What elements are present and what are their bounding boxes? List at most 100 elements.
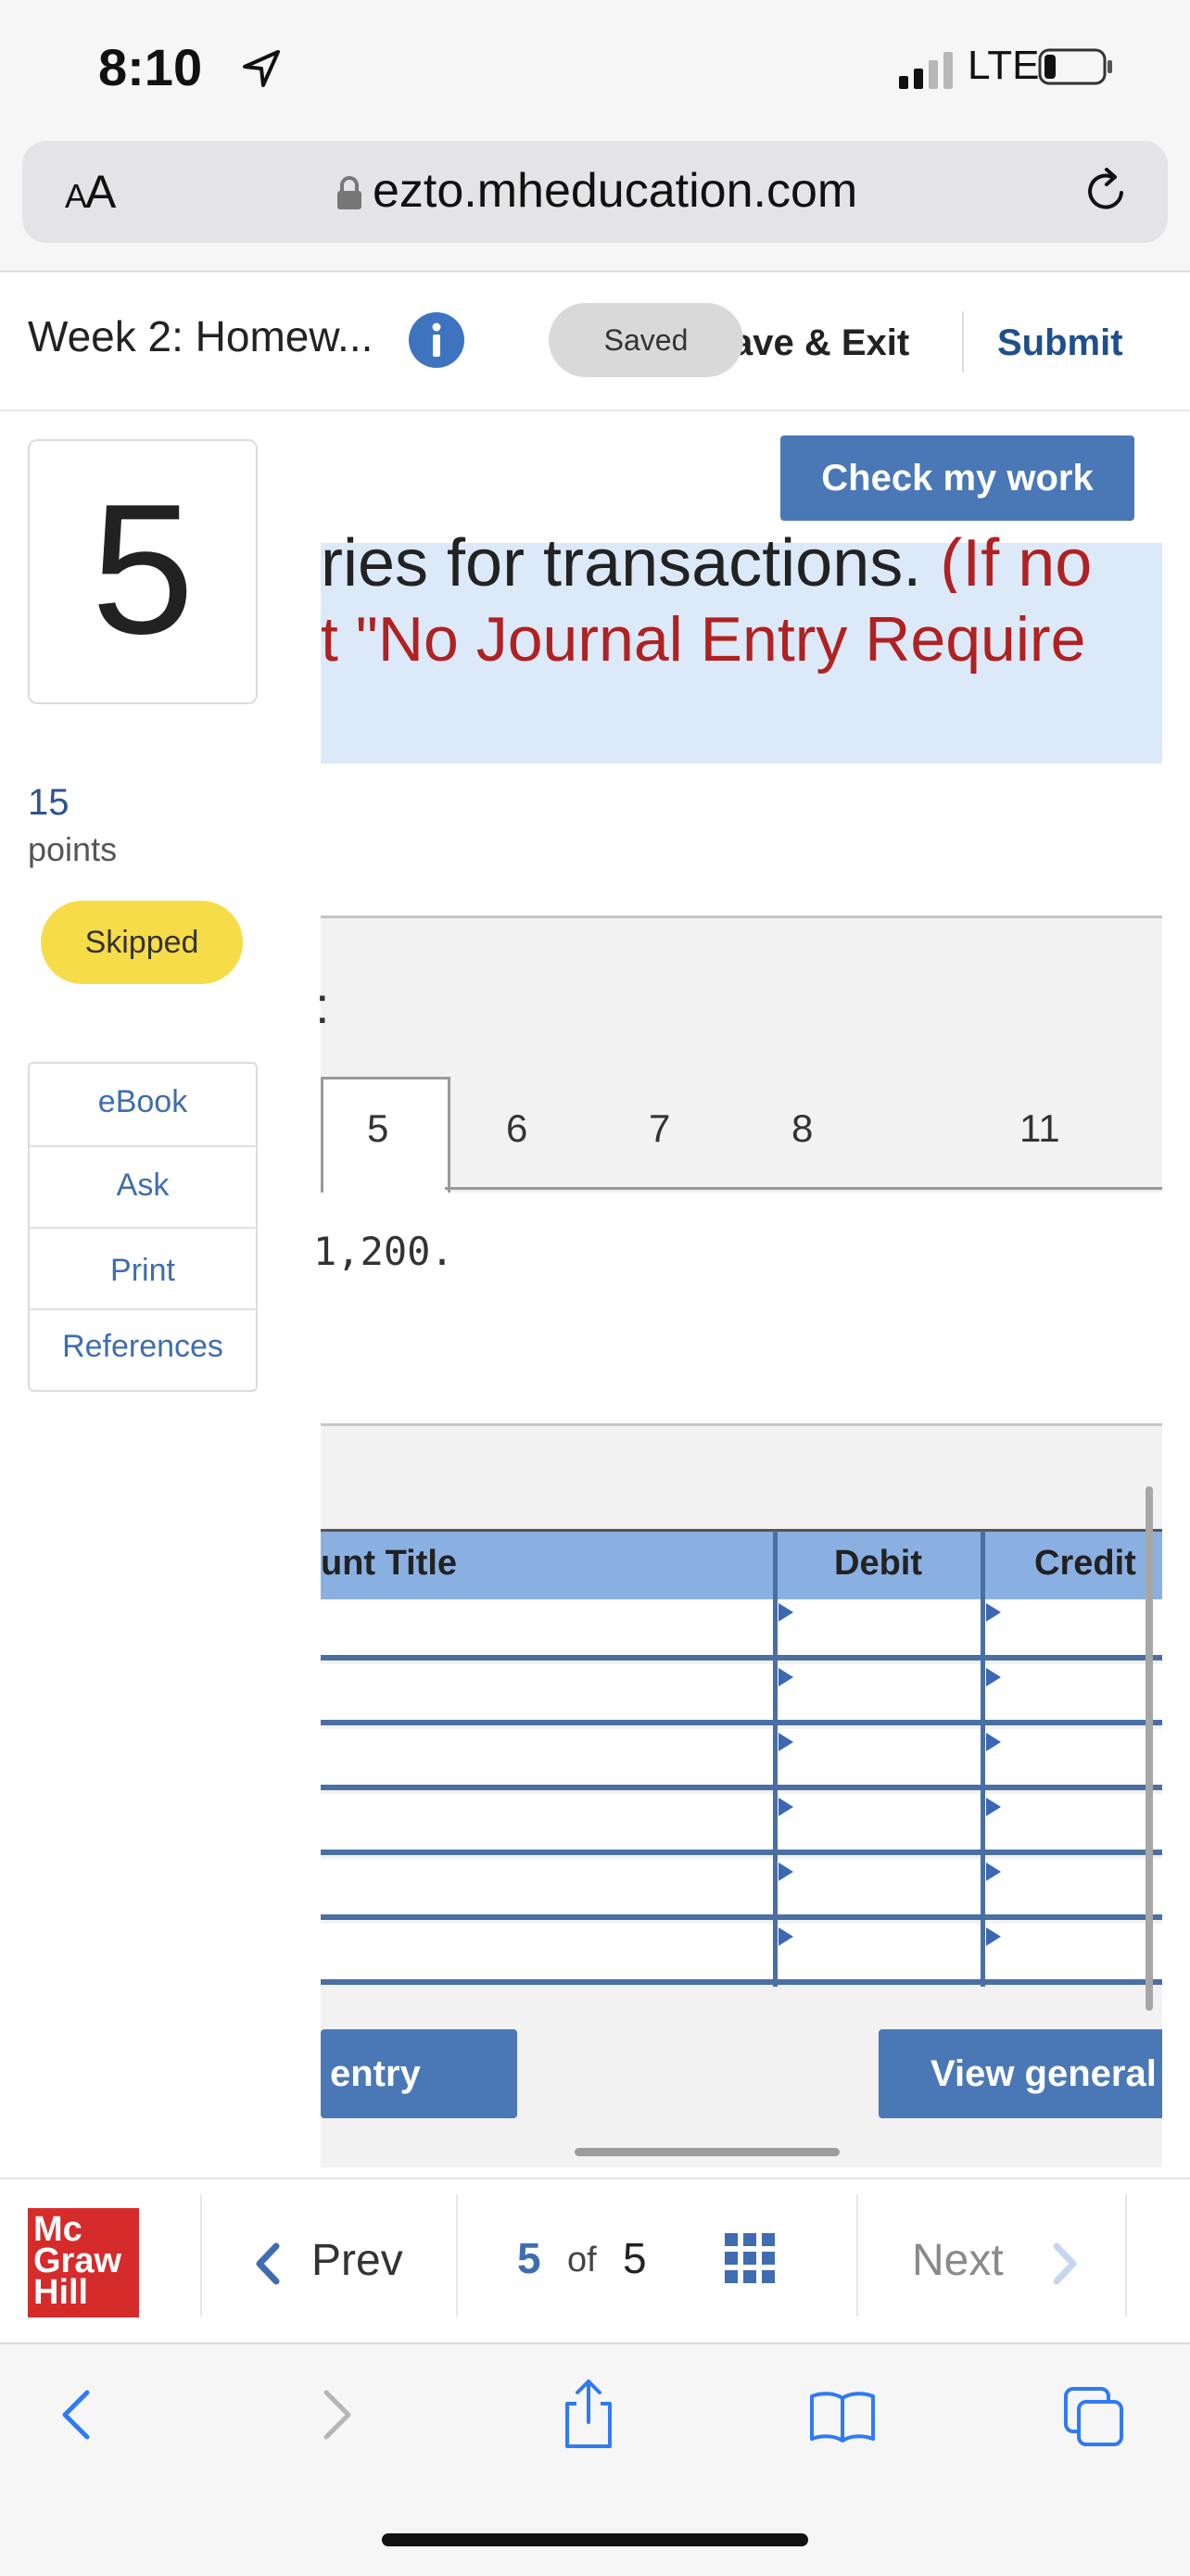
credit-cell[interactable]: [984, 1794, 1162, 1850]
cell-marker-icon: [779, 1863, 793, 1881]
debit-cell[interactable]: [777, 1924, 979, 1979]
page-of-label: of: [567, 2241, 597, 2279]
points-label: points: [28, 830, 118, 868]
home-indicator: [382, 2533, 808, 2546]
chevron-right-icon[interactable]: [1045, 2241, 1082, 2287]
submit-button[interactable]: Submit: [997, 322, 1123, 364]
points-value: 15: [28, 782, 70, 823]
col-debit: Debit: [834, 1544, 922, 1583]
status-time: 8:10: [98, 38, 203, 96]
cell-marker-icon: [986, 1733, 1001, 1751]
mcgraw-hill-logo: Mc Graw Hill: [28, 2208, 139, 2317]
view-general-journal-label: View general j: [930, 2053, 1162, 2094]
prompt-instruction: (If no: [940, 526, 1093, 593]
tabs-baseline: [445, 1187, 1162, 1190]
save-and-exit-button[interactable]: ave & Exit: [732, 322, 909, 364]
question-number: 5: [91, 466, 195, 673]
credit-cell[interactable]: [984, 1599, 1162, 1655]
battery-icon: [1038, 48, 1112, 85]
saved-toast: Saved: [549, 303, 743, 377]
account-title-cell[interactable]: [321, 1729, 771, 1785]
record-entry-label: entry: [330, 2053, 421, 2094]
col-credit: Credit: [1034, 1544, 1136, 1583]
chevron-left-icon[interactable]: [250, 2241, 287, 2287]
row-divider: [321, 1720, 1162, 1725]
credit-cell[interactable]: [984, 1924, 1162, 1979]
tab-8[interactable]: 8: [791, 1106, 813, 1151]
text-size-large: A: [85, 166, 116, 218]
account-title-cell[interactable]: [321, 1794, 771, 1850]
nav-divider: [1125, 2194, 1127, 2317]
account-title-cell[interactable]: [321, 1599, 771, 1655]
column-divider: [773, 1531, 778, 1987]
url-text[interactable]: ezto.mheducation.com: [373, 163, 857, 219]
current-page: 5: [517, 2234, 541, 2282]
info-icon[interactable]: [408, 311, 465, 369]
prev-button[interactable]: Prev: [311, 2235, 403, 2286]
debit-cell[interactable]: [777, 1729, 979, 1785]
status-badge: Skipped: [41, 901, 243, 984]
view-general-journal-button[interactable]: View general j: [879, 2029, 1162, 2118]
cell-marker-icon: [779, 1927, 793, 1946]
col-account-title: unt Title: [321, 1544, 458, 1583]
tab-7[interactable]: 7: [649, 1106, 670, 1151]
record-entry-button[interactable]: entry: [321, 2029, 517, 2118]
tab-5[interactable]: 5: [367, 1106, 388, 1151]
reload-icon[interactable]: [1081, 165, 1133, 217]
row-divider: [321, 1785, 1162, 1790]
transaction-description: 1,200.: [313, 1229, 454, 1274]
horizontal-scrollbar[interactable]: [575, 2148, 840, 2156]
row-divider: [321, 1655, 1162, 1661]
debit-cell[interactable]: [777, 1664, 979, 1720]
account-title-cell[interactable]: [321, 1924, 771, 1979]
question-tools: eBook Ask Print References: [28, 1062, 258, 1392]
row-divider: [321, 1914, 1162, 1920]
tool-divider: [30, 1227, 256, 1229]
cell-marker-icon: [986, 1863, 1001, 1881]
cell-marker-icon: [986, 1603, 1001, 1622]
nav-divider: [200, 2194, 202, 2317]
back-icon[interactable]: [56, 2387, 96, 2443]
logo-line: Graw: [33, 2241, 122, 2280]
total-pages: 5: [623, 2234, 647, 2282]
check-my-work-button[interactable]: Check my work: [780, 436, 1134, 521]
tab-11[interactable]: 11: [1019, 1106, 1060, 1151]
debit-cell[interactable]: [777, 1859, 979, 1914]
tab-6[interactable]: 6: [506, 1106, 527, 1151]
ebook-link[interactable]: eBook: [30, 1084, 256, 1120]
grid-view-icon[interactable]: [725, 2233, 775, 2283]
nav-divider: [856, 2194, 858, 2317]
tool-divider: [30, 1308, 256, 1310]
account-title-cell[interactable]: [321, 1664, 771, 1720]
references-link[interactable]: References: [30, 1329, 256, 1365]
cell-marker-icon: [779, 1668, 793, 1686]
text-size-small: A: [65, 177, 87, 215]
tabs-icon[interactable]: [1062, 2385, 1127, 2450]
cell-marker-icon: [986, 1798, 1001, 1816]
lock-icon: [337, 176, 361, 209]
vertical-scrollbar[interactable]: [1146, 1486, 1153, 2011]
credit-cell[interactable]: [984, 1859, 1162, 1914]
text-size-button[interactable]: AA: [65, 165, 116, 219]
debit-cell[interactable]: [777, 1599, 979, 1655]
header-divider: [962, 311, 964, 373]
forward-icon[interactable]: [317, 2387, 358, 2443]
next-button[interactable]: Next: [912, 2235, 1004, 2286]
cell-marker-icon: [779, 1733, 793, 1751]
account-title-cell[interactable]: [321, 1859, 771, 1914]
bookmarks-icon[interactable]: [808, 2389, 877, 2443]
credit-cell[interactable]: [984, 1729, 1162, 1785]
print-link[interactable]: Print: [30, 1253, 256, 1289]
credit-cell[interactable]: [984, 1664, 1162, 1720]
cell-marker-icon: [779, 1798, 793, 1816]
share-icon[interactable]: [560, 2378, 617, 2450]
ask-link[interactable]: Ask: [30, 1168, 256, 1204]
nav-divider: [456, 2194, 458, 2317]
signal-icon: [899, 52, 953, 89]
row-divider: [321, 1979, 1162, 1985]
debit-cell[interactable]: [777, 1794, 979, 1850]
logo-line: Mc: [33, 2210, 82, 2249]
question-prompt-line-2: t "No Journal Entry Require: [321, 604, 1086, 675]
cell-marker-icon: [986, 1927, 1001, 1946]
assignment-title: Week 2: Homew...: [28, 312, 373, 360]
